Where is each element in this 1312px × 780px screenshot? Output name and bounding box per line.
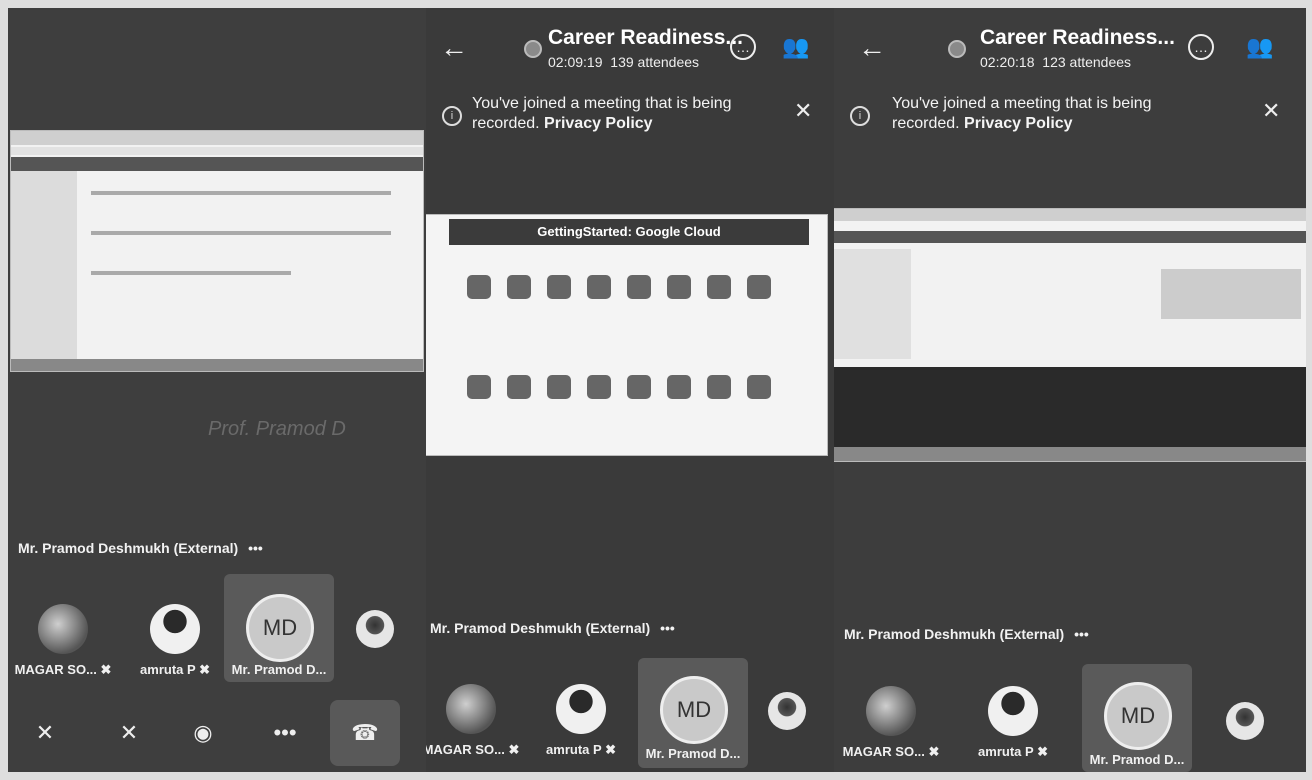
mic-muted-icon: ✖ bbox=[508, 742, 520, 757]
participant-tile[interactable]: amruta P ✖ bbox=[958, 680, 1068, 766]
meeting-title: Career Readiness... bbox=[548, 26, 743, 49]
participant-tile[interactable]: amruta P ✖ bbox=[526, 678, 636, 764]
avatar-initials: MD bbox=[660, 676, 728, 744]
participant-name: MAGAR SO... bbox=[426, 742, 505, 757]
avatar-initials: MD bbox=[1104, 682, 1172, 750]
participant-name: MAGAR SO... bbox=[842, 744, 925, 759]
meeting-panel-right: ← Career Readiness... 02:20:18 123 atten… bbox=[834, 8, 1306, 772]
participant-name: Mr. Pramod D... bbox=[645, 746, 741, 761]
participant-tile[interactable]: MAGAR SO... ✖ bbox=[836, 680, 946, 766]
mic-muted-icon: ✖ bbox=[605, 742, 616, 757]
back-arrow-icon[interactable]: ← bbox=[440, 32, 468, 64]
close-notice-icon[interactable]: ✕ bbox=[1262, 98, 1280, 124]
avatar bbox=[866, 686, 916, 736]
shared-slide: GettingStarted: Google Cloud bbox=[426, 214, 828, 456]
more-options-icon[interactable]: ••• bbox=[248, 540, 263, 556]
more-button[interactable]: ••• bbox=[260, 708, 310, 758]
participant-name: MAGAR SO... bbox=[14, 662, 97, 677]
shared-screen-console bbox=[834, 208, 1306, 462]
participant-avatar[interactable] bbox=[1226, 702, 1264, 740]
participant-name: amruta P bbox=[978, 744, 1034, 759]
participant-tile[interactable]: MAGAR SO... ✖ bbox=[8, 598, 118, 684]
chat-icon[interactable]: … bbox=[1188, 34, 1214, 60]
camera-off-button[interactable]: ✕ bbox=[20, 708, 70, 758]
chat-icon[interactable]: … bbox=[730, 34, 756, 60]
meeting-status: 02:09:19 139 attendees bbox=[548, 54, 700, 70]
close-notice-icon[interactable]: ✕ bbox=[794, 98, 812, 124]
avatar bbox=[150, 604, 200, 654]
avatar bbox=[988, 686, 1038, 736]
info-icon: i bbox=[442, 106, 462, 126]
privacy-policy-link[interactable]: Privacy Policy bbox=[544, 115, 653, 132]
participant-name: amruta P bbox=[140, 662, 196, 677]
watermark-text: Prof. Pramod D bbox=[208, 418, 346, 440]
meeting-panel-left: Prof. Pramod D Mr. Pramod Deshmukh (Exte… bbox=[8, 8, 426, 772]
meeting-header: ← Career Readiness... 02:09:19 139 atten… bbox=[426, 8, 834, 82]
avatar-initials: MD bbox=[246, 594, 314, 662]
avatar bbox=[38, 604, 88, 654]
participant-avatar[interactable] bbox=[768, 692, 806, 730]
recording-icon bbox=[948, 40, 966, 58]
participants-icon[interactable]: 👥 bbox=[1246, 34, 1273, 60]
shared-screen-console bbox=[10, 130, 424, 372]
avatar bbox=[556, 684, 606, 734]
presenter-name: Mr. Pramod Deshmukh (External) ••• bbox=[844, 626, 1089, 642]
info-icon: i bbox=[850, 106, 870, 126]
presenter-name: Mr. Pramod Deshmukh (External) ••• bbox=[18, 540, 263, 556]
meeting-title: Career Readiness... bbox=[980, 26, 1175, 49]
presenter-name: Mr. Pramod Deshmukh (External) ••• bbox=[430, 620, 675, 636]
participant-tile-active[interactable]: MD Mr. Pramod D... bbox=[224, 574, 334, 682]
participants-icon[interactable]: 👥 bbox=[782, 34, 809, 60]
participant-name: amruta P bbox=[546, 742, 602, 757]
participant-tile[interactable]: MAGAR SO... ✖ bbox=[426, 678, 526, 764]
more-options-icon[interactable]: ••• bbox=[660, 620, 675, 636]
meeting-status: 02:20:18 123 attendees bbox=[980, 54, 1132, 70]
mic-muted-button[interactable]: ✕ bbox=[104, 708, 154, 758]
mic-muted-icon: ✖ bbox=[1037, 744, 1048, 759]
participant-tile-active[interactable]: MD Mr. Pramod D... bbox=[1082, 664, 1192, 772]
recording-notice: You've joined a meeting that is being re… bbox=[892, 95, 1152, 132]
mic-muted-icon: ✖ bbox=[100, 662, 112, 677]
participant-name: Mr. Pramod D... bbox=[1089, 752, 1185, 767]
meeting-header: ← Career Readiness... 02:20:18 123 atten… bbox=[834, 8, 1306, 82]
avatar bbox=[446, 684, 496, 734]
participant-avatar[interactable] bbox=[356, 610, 394, 648]
mic-muted-icon: ✖ bbox=[928, 744, 940, 759]
meeting-panel-mid: ← Career Readiness... 02:09:19 139 atten… bbox=[426, 8, 834, 772]
participant-tile-active[interactable]: MD Mr. Pramod D... bbox=[638, 658, 748, 768]
participant-tile[interactable]: amruta P ✖ bbox=[120, 598, 230, 684]
participant-name: Mr. Pramod D... bbox=[231, 662, 327, 677]
more-options-icon[interactable]: ••• bbox=[1074, 626, 1089, 642]
hangup-button[interactable]: ☎ bbox=[330, 700, 400, 766]
audio-button[interactable]: ◉ bbox=[178, 708, 228, 758]
recording-notice: You've joined a meeting that is being re… bbox=[472, 95, 732, 132]
mic-muted-icon: ✖ bbox=[199, 662, 210, 677]
privacy-policy-link[interactable]: Privacy Policy bbox=[964, 115, 1073, 132]
slide-title: GettingStarted: Google Cloud bbox=[449, 219, 809, 245]
back-arrow-icon[interactable]: ← bbox=[858, 32, 886, 64]
recording-icon bbox=[524, 40, 542, 58]
